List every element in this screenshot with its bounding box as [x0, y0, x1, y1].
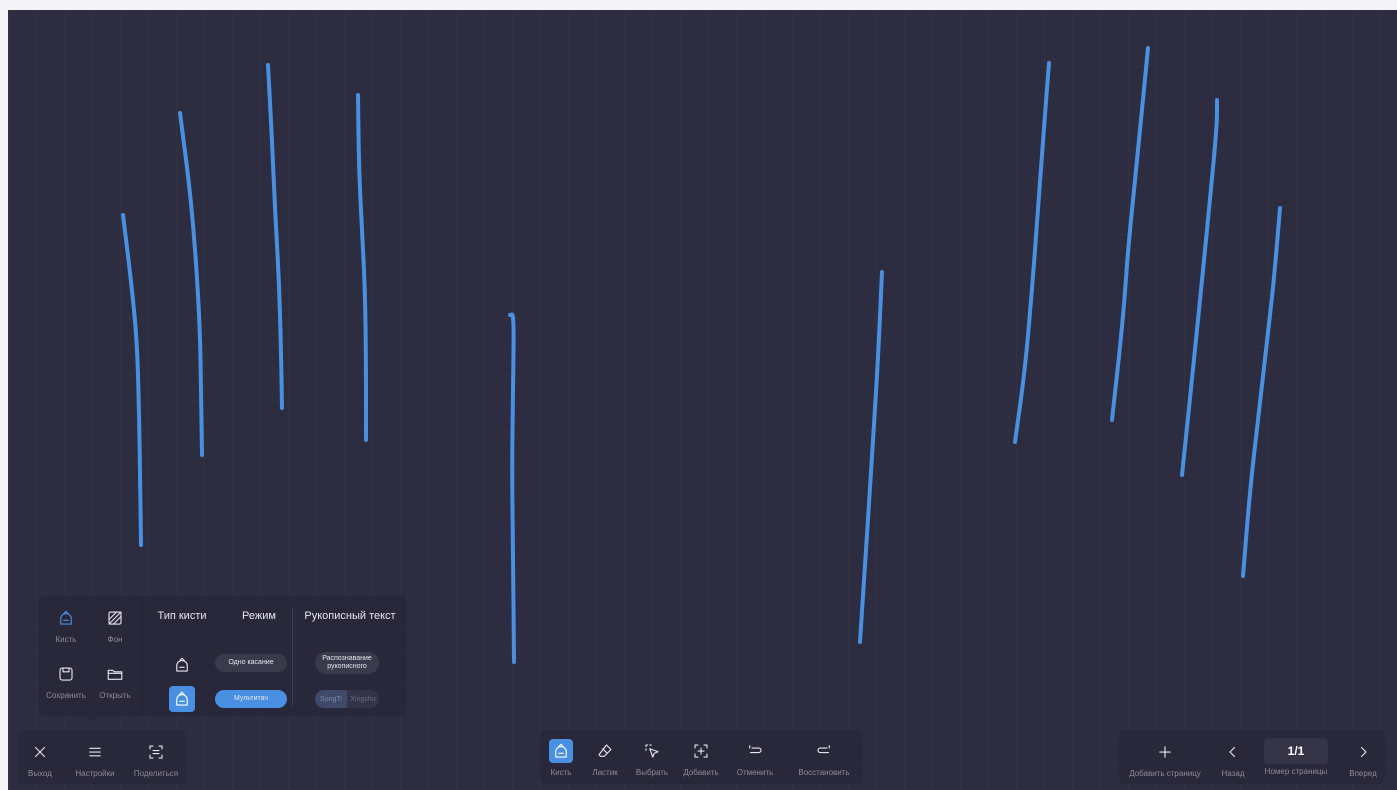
pen-stroke-10[interactable]	[1241, 206, 1282, 578]
next-page-button[interactable]: Вперед	[1343, 740, 1383, 778]
tool-redo-button[interactable]: Восстановить	[788, 739, 860, 777]
menu-icon	[89, 747, 101, 757]
mode-single-touch[interactable]: Одно касание	[215, 654, 287, 672]
center-toolbar: Кисть Ластик Выбрать Добавить Отменить В…	[540, 730, 863, 784]
add-frame-icon	[694, 744, 708, 758]
pen-stroke-1[interactable]	[121, 213, 143, 547]
eraser-icon	[598, 744, 612, 757]
undo-icon	[749, 745, 762, 754]
pen-stroke-4[interactable]	[356, 93, 368, 442]
background-icon	[108, 611, 122, 625]
left-toolbar: Выход Настройки Поделиться	[18, 730, 186, 784]
settings-popup: Кисть Фон Сохранить Открыть Тип кисти Ре…	[38, 596, 407, 716]
popup-background-button[interactable]: Фон	[93, 606, 137, 644]
handwriting-divider	[292, 608, 293, 706]
marker-icon	[176, 691, 188, 706]
chevron-left-icon	[1229, 746, 1236, 758]
page-number-value: 1/1	[1264, 738, 1328, 764]
pen-stroke-5[interactable]	[508, 312, 516, 664]
settings-button[interactable]: Настройки	[68, 740, 122, 778]
tool-undo-button[interactable]: Отменить	[732, 739, 778, 777]
exit-button[interactable]: Выход	[20, 740, 60, 778]
plus-icon	[1159, 746, 1171, 758]
pen-stroke-7[interactable]	[1013, 61, 1051, 444]
popup-brush-button[interactable]: Кисть	[44, 606, 88, 644]
save-icon	[59, 667, 73, 681]
tool-eraser-button[interactable]: Ластик	[585, 739, 625, 777]
pen-stroke-9[interactable]	[1180, 98, 1219, 477]
pen-stroke-8[interactable]	[1110, 46, 1150, 422]
select-icon	[645, 744, 659, 758]
brush-icon	[555, 743, 567, 758]
pen-icon	[176, 657, 188, 672]
tool-select-button[interactable]: Выбрать	[631, 739, 673, 777]
prev-page-button[interactable]: Назад	[1215, 740, 1251, 778]
mode-multi-touch[interactable]: Мультитач	[215, 690, 287, 708]
page-number-control[interactable]: 1/1 Номер страницы	[1259, 738, 1333, 776]
chevron-right-icon	[1360, 746, 1367, 758]
font-switch[interactable]: SongTi Xingshu	[315, 690, 379, 708]
redo-icon	[817, 745, 830, 754]
brush-type-pen[interactable]	[169, 652, 195, 678]
folder-icon	[107, 669, 123, 680]
pen-stroke-2[interactable]	[178, 111, 204, 457]
handwriting-title: Рукописный текст	[304, 610, 396, 622]
recognition-toggle[interactable]: Распознавание рукописного	[315, 652, 379, 674]
mode-title: Режим	[242, 610, 276, 622]
pen-stroke-6[interactable]	[858, 270, 884, 644]
brush-type-title: Тип кисти	[157, 610, 207, 622]
close-icon	[34, 746, 46, 758]
qr-scan-icon	[149, 745, 163, 759]
popup-save-button[interactable]: Сохранить	[44, 662, 88, 700]
whiteboard-canvas[interactable]: Кисть Фон Сохранить Открыть Тип кисти Ре…	[8, 10, 1397, 790]
right-toolbar: Добавить страницу Назад 1/1 Номер страни…	[1119, 730, 1385, 784]
popup-open-button[interactable]: Открыть	[93, 662, 137, 700]
add-page-button[interactable]: Добавить страницу	[1123, 740, 1207, 778]
brush-type-marker[interactable]	[169, 686, 195, 712]
tool-add-button[interactable]: Добавить	[679, 739, 723, 777]
popup-pointer	[85, 716, 97, 722]
brush-icon	[60, 610, 72, 625]
tool-brush-button[interactable]: Кисть	[543, 739, 579, 777]
font-option-songti[interactable]: SongTi	[315, 690, 347, 708]
share-button[interactable]: Поделиться	[130, 740, 182, 778]
popup-divider	[142, 596, 143, 716]
font-option-xingshu[interactable]: Xingshu	[347, 690, 379, 708]
pen-stroke-3[interactable]	[266, 63, 284, 410]
